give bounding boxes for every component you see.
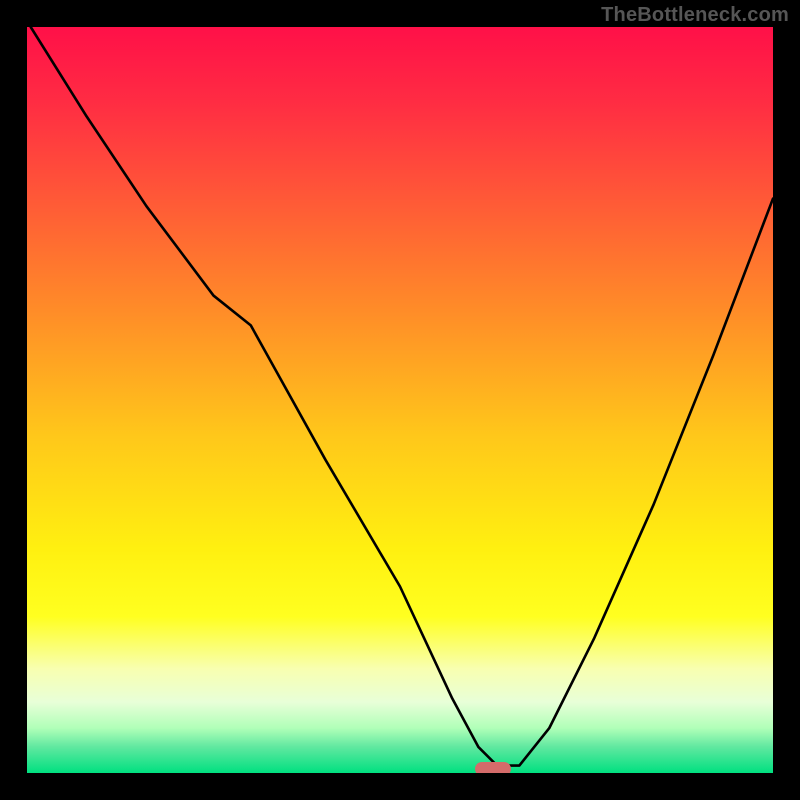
watermark-text: TheBottleneck.com [601, 4, 789, 27]
optimal-marker [475, 762, 511, 773]
chart-frame: TheBottleneck.com [0, 0, 800, 800]
bottleneck-curve [31, 27, 773, 766]
curve-layer [27, 27, 773, 773]
plot-area [27, 27, 773, 773]
